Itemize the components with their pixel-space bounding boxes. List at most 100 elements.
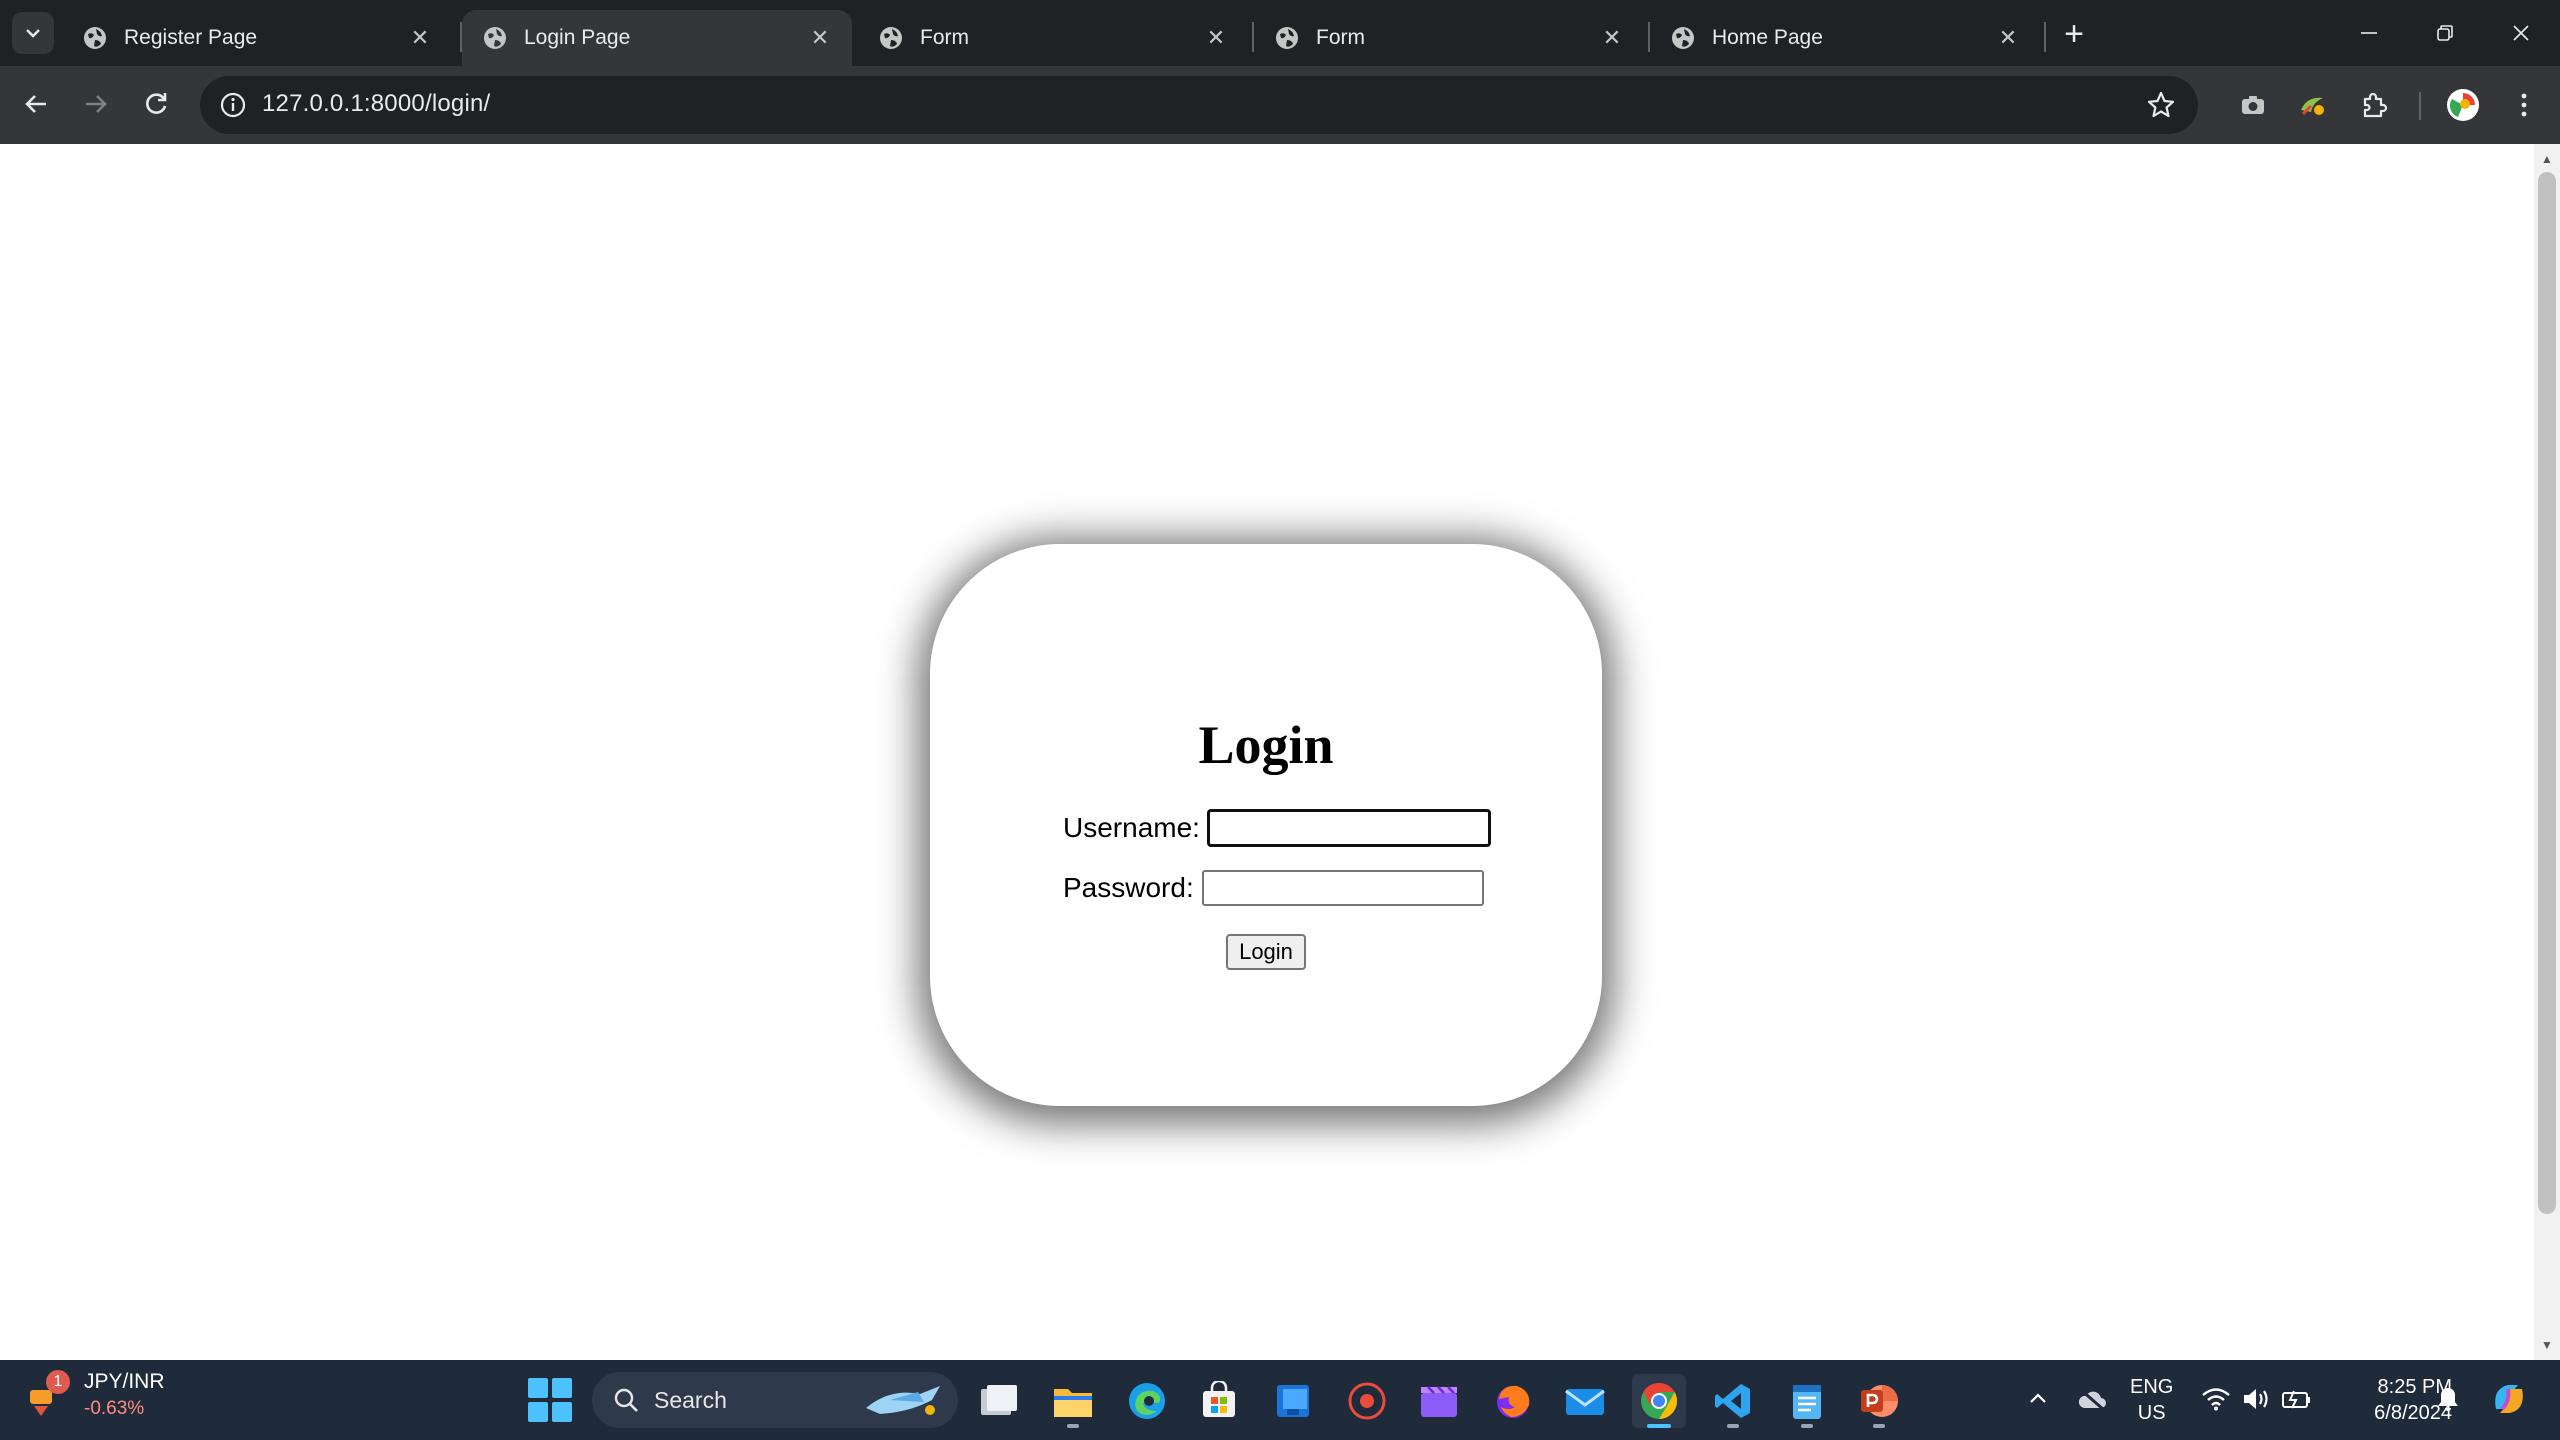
profile-avatar[interactable] — [2441, 83, 2485, 127]
show-hidden-icons-button[interactable] — [2018, 1374, 2058, 1424]
running-indicator — [1873, 1424, 1885, 1428]
login-button[interactable]: Login — [1226, 934, 1306, 970]
forward-button[interactable] — [72, 80, 120, 128]
extension-icon[interactable] — [2290, 83, 2334, 127]
language-indicator[interactable]: ENG US — [2130, 1374, 2173, 1426]
close-icon[interactable]: ✕ — [1598, 24, 1626, 52]
search-icon — [614, 1388, 638, 1412]
reload-button[interactable] — [132, 80, 180, 128]
chrome-app[interactable] — [1632, 1374, 1686, 1428]
vertical-scrollbar[interactable]: ▲ ▼ — [2534, 144, 2560, 1360]
running-indicator — [1727, 1424, 1739, 1428]
vscode-icon — [1715, 1384, 1750, 1418]
tab-login-page[interactable]: Login Page ✕ — [462, 10, 852, 66]
record-icon — [1348, 1382, 1386, 1420]
close-icon[interactable]: ✕ — [1994, 24, 2022, 52]
battery-tray-icon[interactable] — [2276, 1374, 2316, 1424]
mail-app[interactable] — [1558, 1374, 1612, 1428]
scrollbar-thumb[interactable] — [2538, 172, 2556, 1214]
task-view-app[interactable] — [972, 1374, 1026, 1428]
notifications-button[interactable] — [2428, 1374, 2468, 1424]
tab-title: Form — [920, 26, 969, 49]
vscode-app[interactable] — [1706, 1374, 1760, 1428]
start-tile — [528, 1402, 548, 1422]
edge-app[interactable] — [1120, 1374, 1174, 1428]
chevron-down-icon — [26, 29, 40, 38]
battery-charging-icon — [2282, 1390, 2310, 1409]
volume-tray-icon[interactable] — [2236, 1374, 2276, 1424]
copilot-button[interactable] — [2484, 1374, 2534, 1424]
tab-strip: Register Page ✕ Login Page ✕ Form ✕ Form… — [0, 0, 2560, 66]
start-tile — [552, 1402, 572, 1422]
toolbar-divider — [2419, 92, 2421, 120]
cloud-off-icon — [2078, 1387, 2106, 1412]
extensions-puzzle-icon[interactable] — [2352, 83, 2396, 127]
blue-app[interactable] — [1266, 1374, 1320, 1428]
tab-form-2[interactable]: Form ✕ — [1254, 10, 1644, 66]
wifi-icon — [2202, 1388, 2230, 1411]
search-label: Search — [654, 1386, 727, 1413]
onedrive-tray-icon[interactable] — [2070, 1374, 2114, 1424]
tab-title: Home Page — [1712, 26, 1823, 49]
language-code: ENG — [2130, 1376, 2174, 1398]
tab-title: Login Page — [524, 26, 631, 49]
new-tab-button[interactable]: + — [2054, 14, 2094, 54]
app-window-icon — [1277, 1385, 1309, 1417]
running-indicator — [1647, 1424, 1671, 1428]
close-icon[interactable]: ✕ — [806, 24, 834, 52]
browser-toolbar: 127.0.0.1:8000/login/ — [0, 66, 2560, 144]
chevron-up-icon — [2030, 1393, 2046, 1403]
clipchamp-app[interactable] — [1412, 1374, 1466, 1428]
notepad-icon — [1793, 1385, 1821, 1419]
close-icon[interactable]: ✕ — [406, 24, 434, 52]
password-input[interactable] — [1201, 870, 1484, 906]
minimize-icon — [2361, 32, 2377, 34]
region-code: US — [2137, 1402, 2166, 1424]
scroll-down-arrow[interactable]: ▼ — [2534, 1334, 2560, 1356]
tab-title: Register Page — [124, 26, 258, 49]
address-bar[interactable]: 127.0.0.1:8000/login/ — [200, 76, 2198, 134]
url-text[interactable]: 127.0.0.1:8000/login/ — [262, 90, 490, 118]
tab-search-button[interactable] — [12, 12, 54, 54]
close-window-button[interactable] — [2486, 10, 2556, 56]
windows-start-button[interactable] — [528, 1378, 572, 1422]
username-label: Username: — [1063, 812, 1200, 843]
arrow-left-icon — [25, 95, 46, 113]
screenshot-extension-icon[interactable] — [2231, 83, 2275, 127]
back-button[interactable] — [12, 80, 60, 128]
recorder-app[interactable] — [1340, 1374, 1394, 1428]
notepad-app[interactable] — [1780, 1374, 1834, 1428]
firefox-app[interactable] — [1486, 1374, 1540, 1428]
username-row: Username: — [1063, 810, 1490, 846]
start-tile — [552, 1378, 572, 1398]
site-info-icon[interactable] — [214, 86, 252, 124]
start-tile — [528, 1378, 548, 1398]
close-icon[interactable]: ✕ — [1202, 24, 1230, 52]
tab-separator — [2044, 22, 2046, 52]
arrow-right-icon — [86, 95, 107, 113]
taskbar-search[interactable]: Search — [592, 1372, 958, 1428]
stocks-widget-icon: 1 — [24, 1370, 70, 1418]
store-icon — [1203, 1381, 1235, 1417]
powerpoint-app[interactable] — [1852, 1374, 1906, 1428]
globe-icon — [1276, 27, 1298, 49]
wifi-tray-icon[interactable] — [2196, 1374, 2236, 1424]
page-viewport: Login Username: Password: Login ▲ ▼ — [0, 144, 2560, 1360]
edge-icon — [1129, 1383, 1165, 1419]
menu-kebab-icon[interactable] — [2502, 83, 2546, 127]
minimize-button[interactable] — [2334, 10, 2404, 56]
scroll-up-arrow[interactable]: ▲ — [2534, 148, 2560, 170]
username-input[interactable] — [1207, 810, 1490, 846]
speaker-icon — [2244, 1389, 2268, 1409]
file-explorer-app[interactable] — [1046, 1374, 1100, 1428]
tab-home-page[interactable]: Home Page ✕ — [1650, 10, 2040, 66]
widget-symbol: JPY/INR — [84, 1370, 165, 1393]
mail-icon — [1565, 1389, 1605, 1415]
tab-form-1[interactable]: Form ✕ — [858, 10, 1248, 66]
stocks-widget[interactable]: 1 JPY/INR -0.63% — [24, 1370, 165, 1420]
chrome-icon — [1641, 1383, 1678, 1419]
tab-register-page[interactable]: Register Page ✕ — [62, 10, 452, 66]
restore-button[interactable] — [2410, 10, 2480, 56]
bookmark-star-icon[interactable] — [2142, 86, 2180, 124]
microsoft-store-app[interactable] — [1192, 1374, 1246, 1428]
